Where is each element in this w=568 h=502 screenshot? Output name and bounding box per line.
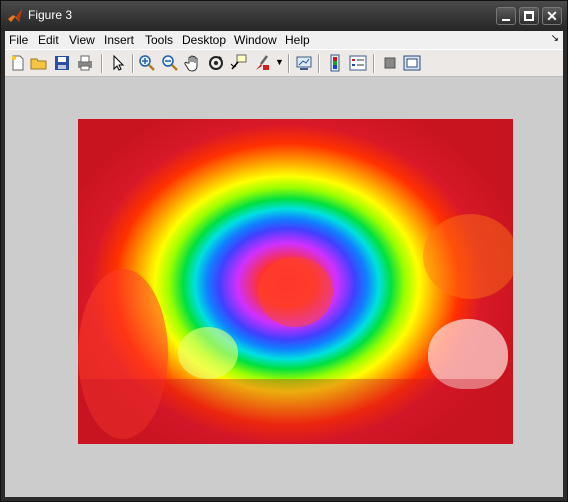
menu-window[interactable]: Window — [234, 33, 277, 47]
menu-tools[interactable]: Tools — [145, 33, 173, 47]
zoom-out-icon[interactable] — [161, 54, 179, 72]
toolbar-separator — [132, 54, 134, 73]
close-icon: ✕ — [546, 8, 558, 24]
menu-bar: File Edit View Insert Tools Desktop Wind… — [5, 31, 563, 49]
insert-colorbar-icon[interactable] — [326, 54, 344, 72]
menu-help[interactable]: Help — [285, 33, 310, 47]
figure-window: Figure 3 ✕ File Edit View Insert Tools D… — [0, 0, 568, 502]
heatmap-image[interactable] — [78, 119, 513, 444]
zoom-in-icon[interactable] — [138, 54, 156, 72]
brush-dropdown-icon[interactable]: ▼ — [275, 57, 284, 67]
toolbar-separator — [318, 54, 320, 73]
insert-legend-icon[interactable] — [349, 54, 367, 72]
link-plot-icon[interactable] — [295, 54, 313, 72]
edit-plot-arrow-icon[interactable] — [109, 54, 127, 72]
hide-plot-tools-icon[interactable] — [381, 54, 399, 72]
toolbar-separator — [373, 54, 375, 73]
window-title: Figure 3 — [28, 8, 73, 22]
open-file-icon[interactable] — [30, 54, 48, 72]
matlab-icon — [8, 9, 22, 22]
menu-file[interactable]: File — [9, 33, 28, 47]
new-figure-icon[interactable] — [9, 54, 27, 72]
minimize-icon — [502, 19, 510, 21]
maximize-button[interactable] — [519, 7, 539, 25]
minimize-button[interactable] — [496, 7, 516, 25]
print-icon[interactable] — [76, 54, 94, 72]
figure-toolbar: ▼ — [5, 49, 563, 77]
rotate-3d-icon[interactable] — [207, 54, 225, 72]
menu-insert[interactable]: Insert — [104, 33, 134, 47]
figure-canvas[interactable] — [5, 77, 563, 497]
toolbar-separator — [101, 54, 103, 73]
menu-view[interactable]: View — [69, 33, 95, 47]
maximize-icon — [524, 11, 534, 21]
show-plot-tools-icon[interactable] — [403, 54, 421, 72]
menu-dock-arrow-icon[interactable]: ↘ — [551, 33, 559, 44]
pan-hand-icon[interactable] — [184, 54, 202, 72]
brush-icon[interactable] — [253, 54, 271, 72]
title-bar[interactable]: Figure 3 ✕ — [1, 1, 567, 31]
data-cursor-icon[interactable] — [230, 54, 248, 72]
toolbar-separator — [288, 54, 290, 73]
close-button[interactable]: ✕ — [542, 7, 562, 25]
save-icon[interactable] — [53, 54, 71, 72]
menu-edit[interactable]: Edit — [38, 33, 59, 47]
menu-desktop[interactable]: Desktop — [182, 33, 226, 47]
